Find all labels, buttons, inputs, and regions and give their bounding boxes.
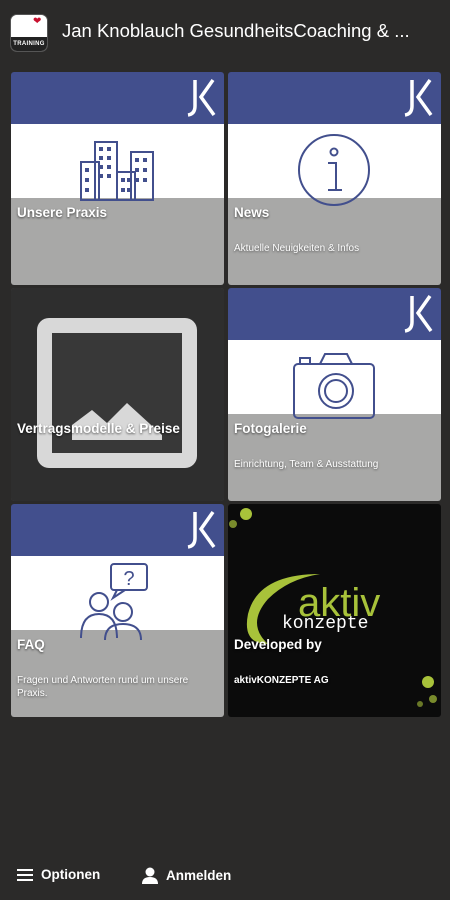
tile-faq[interactable]: ? FAQ Fragen und Antworten rund um unser… xyxy=(11,504,224,717)
app-header: ❤ TRAINING Jan Knoblauch GesundheitsCoac… xyxy=(0,0,450,62)
bottom-bar: Optionen Anmelden xyxy=(0,855,450,900)
login-button[interactable]: Anmelden xyxy=(142,867,231,884)
tile-label: FAQ xyxy=(17,637,45,652)
info-icon xyxy=(298,134,370,206)
tile-label: Vertragsmodelle & Preise xyxy=(17,421,180,436)
tile-subtitle: Aktuelle Neuigkeiten & Infos xyxy=(234,243,360,254)
jk-logo-icon xyxy=(404,78,433,117)
options-label: Optionen xyxy=(41,867,101,882)
tile-label: News xyxy=(234,205,270,220)
menu-icon xyxy=(17,868,33,881)
tile-label: Fotogalerie xyxy=(234,421,307,436)
camera-icon xyxy=(293,353,375,419)
jk-logo-icon xyxy=(404,294,433,333)
tile-vertragsmodelle-preise[interactable]: Vertragsmodelle & Preise xyxy=(11,288,224,501)
user-icon xyxy=(142,867,158,884)
tile-label: Developed by xyxy=(234,637,322,652)
logo-line2: konzepte xyxy=(282,614,368,634)
tile-subtitle: Einrichtung, Team & Ausstattung xyxy=(234,459,379,470)
tile-label: Unsere Praxis xyxy=(17,205,108,220)
question-people-icon: ? xyxy=(80,563,148,641)
options-button[interactable]: Optionen xyxy=(17,867,100,882)
image-placeholder-icon xyxy=(37,318,197,468)
tile-fotogalerie[interactable]: Fotogalerie Einrichtung, Team & Ausstatt… xyxy=(228,288,441,501)
tile-unsere-praxis[interactable]: Unsere Praxis xyxy=(11,72,224,285)
app-logo-icon: ❤ TRAINING xyxy=(11,15,47,51)
tile-developed-by[interactable]: aktiv konzepte Developed by aktivKONZEPT… xyxy=(228,504,441,717)
office-buildings-icon xyxy=(80,141,154,201)
svg-text:?: ? xyxy=(123,568,134,590)
page-title: Jan Knoblauch GesundheitsCoaching & ... xyxy=(62,20,410,41)
login-label: Anmelden xyxy=(166,868,232,883)
tile-subtitle: Fragen und Antworten rund um unsere Prax… xyxy=(17,675,189,699)
tile-subtitle: aktivKONZEPTE AG xyxy=(234,675,329,686)
tile-news[interactable]: News Aktuelle Neuigkeiten & Infos xyxy=(228,72,441,285)
app-logo-text: TRAINING xyxy=(11,37,47,51)
jk-logo-icon xyxy=(187,510,216,549)
jk-logo-icon xyxy=(187,78,216,117)
